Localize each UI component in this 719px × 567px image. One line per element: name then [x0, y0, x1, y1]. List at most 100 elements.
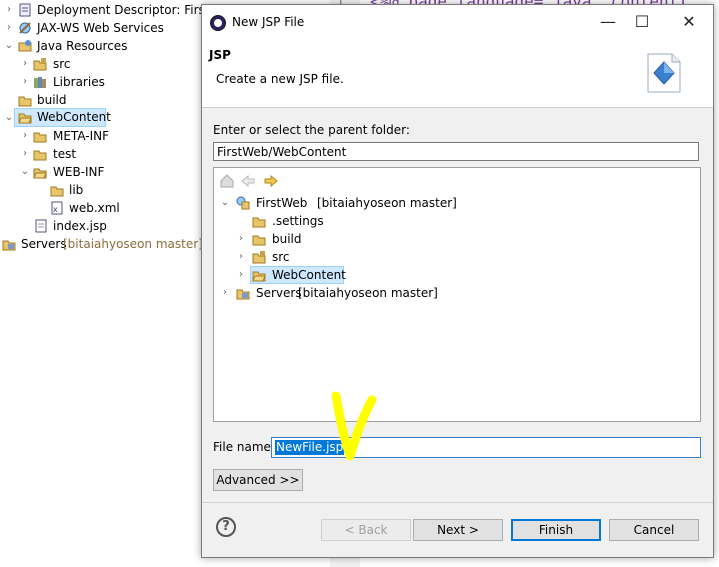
close-button[interactable]: ✕	[674, 11, 704, 33]
next-button[interactable]: Next >	[413, 519, 503, 541]
folder-tree-item-webcontent[interactable]: › WebContent	[218, 266, 688, 284]
tree-item-label: Servers	[256, 286, 302, 300]
folder-tree-item-src[interactable]: › src	[218, 248, 688, 266]
minimize-button[interactable]: —	[593, 11, 623, 33]
new-jsp-file-dialog: New JSP File — ☐ ✕ JSP Create a new JSP …	[201, 4, 714, 558]
parent-folder-input[interactable]	[214, 143, 700, 160]
tree-item-label: FirstWeb	[256, 196, 308, 210]
project-explorer: › Deployment Descriptor: FirstWeb › JAX-…	[0, 0, 236, 567]
folder-tree-item-firstweb[interactable]: ⌄ FirstWeb [bitaiahyoseon master]	[218, 194, 688, 212]
tree-item-servers[interactable]: Servers [bitaiahyoseon master]	[0, 235, 210, 253]
folder-tree-item-build[interactable]: › build	[218, 230, 688, 248]
tree-item-suffix: [bitaiahyoseon master]	[298, 286, 438, 300]
folder-open-icon	[252, 271, 266, 282]
tree-item-webcontent[interactable]: WebContent	[14, 108, 111, 127]
package-folder-icon	[252, 251, 266, 264]
chevron-right-icon[interactable]: ›	[20, 127, 30, 145]
file-name-label: File name:	[213, 440, 275, 454]
folder-icon	[50, 186, 64, 197]
servers-project-icon	[2, 240, 16, 251]
footer-separator	[202, 502, 713, 503]
forward-arrow-icon[interactable]	[262, 172, 280, 190]
tree-item-label: src	[272, 250, 290, 264]
tree-item-suffix: [bitaiahyoseon master]	[63, 237, 203, 251]
folder-open-icon	[33, 168, 47, 179]
chevron-right-icon[interactable]: ›	[20, 145, 30, 163]
tree-item-libraries[interactable]: › Libraries	[0, 73, 210, 91]
tree-item-label: build	[272, 232, 302, 246]
chevron-right-icon[interactable]: ›	[236, 248, 246, 266]
folder-icon	[33, 150, 47, 161]
back-arrow-icon[interactable]	[239, 172, 257, 190]
home-icon[interactable]	[218, 172, 236, 190]
checkmark-annotation-icon	[331, 391, 377, 461]
tree-item-web-xml[interactable]: x web.xml	[0, 199, 210, 217]
libraries-icon	[34, 77, 46, 88]
tree-item-label: WebContent	[272, 268, 346, 282]
jsp-file-icon	[35, 219, 47, 233]
tree-item-web-services[interactable]: › JAX-WS Web Services	[0, 19, 210, 37]
finish-button[interactable]: Finish	[511, 519, 601, 541]
chevron-right-icon[interactable]: ›	[236, 230, 246, 248]
chevron-right-icon[interactable]: ›	[4, 1, 14, 19]
tree-item-label: .settings	[272, 214, 324, 228]
tree-item-label: META-INF	[53, 129, 110, 143]
tree-item-suffix: [bitaiahyoseon master]	[317, 196, 457, 210]
folder-tree-item-settings[interactable]: .settings	[218, 212, 688, 230]
folder-icon	[18, 96, 32, 107]
tree-item-deployment-descriptor[interactable]: › Deployment Descriptor: FirstWeb	[0, 1, 236, 19]
folder-open-icon	[18, 113, 32, 124]
xml-file-icon: x	[51, 201, 63, 215]
tree-item-label: Java Resources	[37, 39, 128, 53]
folder-icon	[252, 235, 266, 246]
parent-folder-field[interactable]	[213, 142, 700, 161]
tree-item-label: WebContent	[37, 110, 111, 124]
tree-item-label: src	[53, 57, 71, 71]
chevron-right-icon[interactable]: ›	[236, 266, 246, 284]
jsp-wizard-icon	[647, 53, 681, 93]
tree-item-java-resources[interactable]: ⌄ Java Resources	[0, 37, 210, 55]
web-services-icon	[19, 22, 31, 34]
cancel-button[interactable]: Cancel	[609, 519, 699, 541]
chevron-right-icon[interactable]: ›	[220, 284, 230, 302]
tree-item-label: Servers	[21, 237, 67, 251]
tree-item-label: test	[53, 147, 77, 161]
dialog-titlebar[interactable]: New JSP File — ☐ ✕	[202, 5, 713, 39]
tree-item-label: WEB-INF	[53, 165, 105, 179]
parent-folder-label: Enter or select the parent folder:	[213, 123, 410, 137]
tree-item-test[interactable]: › test	[0, 145, 210, 163]
tree-item-build[interactable]: build	[0, 91, 210, 109]
chevron-down-icon[interactable]: ⌄	[220, 194, 230, 212]
chevron-down-icon[interactable]: ⌄	[20, 163, 30, 181]
wizard-header: JSP Create a new JSP file.	[202, 39, 713, 108]
wizard-title: JSP	[209, 48, 231, 62]
chevron-right-icon[interactable]: ›	[20, 55, 30, 73]
chevron-right-icon[interactable]: ›	[4, 19, 14, 37]
chevron-down-icon[interactable]: ⌄	[4, 109, 14, 127]
java-resources-icon	[18, 40, 32, 52]
maximize-button[interactable]: ☐	[627, 11, 657, 33]
back-button[interactable]: < Back	[321, 519, 411, 541]
tree-item-label: web.xml	[69, 201, 120, 215]
folder-tree[interactable]: ⌄ FirstWeb [bitaiahyoseon master] .setti…	[213, 167, 701, 422]
tree-item-src[interactable]: › src	[0, 55, 210, 73]
tree-item-label: lib	[69, 183, 84, 197]
eclipse-icon	[210, 15, 226, 31]
svg-text:x: x	[53, 205, 58, 214]
tree-item-lib[interactable]: lib	[0, 181, 210, 199]
chevron-down-icon[interactable]: ⌄	[4, 37, 14, 55]
wizard-description: Create a new JSP file.	[216, 72, 344, 86]
advanced-button[interactable]: Advanced >>	[213, 469, 303, 491]
deployment-descriptor-icon	[19, 3, 31, 17]
folder-icon	[33, 132, 47, 143]
folder-icon	[252, 217, 266, 228]
package-folder-icon	[33, 58, 47, 71]
folder-tree-item-servers[interactable]: › Servers [bitaiahyoseon master]	[218, 284, 688, 302]
tree-item-meta-inf[interactable]: › META-INF	[0, 127, 210, 145]
tree-item-web-inf[interactable]: ⌄ WEB-INF	[0, 163, 210, 181]
help-icon[interactable]: ?	[216, 517, 236, 537]
tree-item-label: JAX-WS Web Services	[37, 21, 164, 35]
tree-item-index-jsp[interactable]: index.jsp	[0, 217, 210, 235]
chevron-right-icon[interactable]: ›	[20, 73, 30, 91]
tree-item-label: build	[37, 93, 67, 107]
